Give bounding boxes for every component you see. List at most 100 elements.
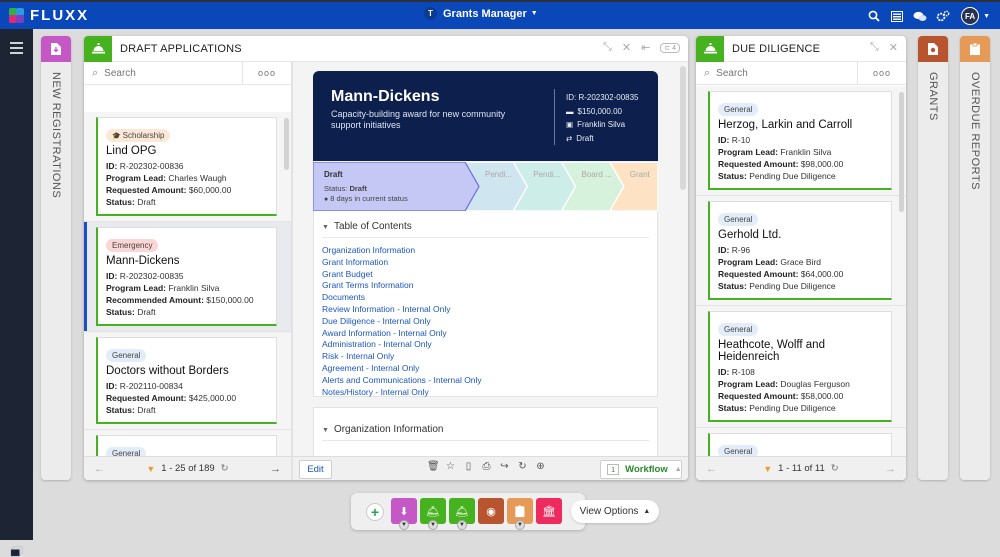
record-card[interactable]: General Herzog, Larkin and Carroll ID: R-1… — [708, 91, 892, 190]
share-icon[interactable]: ↪ — [499, 461, 510, 472]
pdf-icon[interactable]: ▯ — [463, 461, 474, 472]
prev-page-button[interactable]: ← — [94, 463, 105, 475]
toc-link[interactable]: Due Diligence - Internal Only — [322, 316, 649, 328]
prev-page-button[interactable]: ← — [706, 463, 717, 475]
fluxx-logo[interactable]: FLUXX — [9, 7, 89, 24]
toc-link[interactable]: Grant Budget — [322, 269, 649, 281]
overdue-reports-panel[interactable]: OVERDUE REPORTS — [960, 36, 990, 480]
dock-tile-due-diligence[interactable]: 🛎 ▼ — [449, 498, 475, 530]
next-page-button[interactable]: → — [270, 463, 281, 475]
toc-link[interactable]: Agreement - Internal Only — [322, 363, 649, 375]
toc-link[interactable]: Alerts and Communications - Internal Onl… — [322, 375, 649, 387]
next-page-button[interactable]: → — [885, 463, 896, 475]
more-options-button[interactable]: ooo — [243, 62, 291, 84]
refresh-icon[interactable]: ↻ — [221, 463, 229, 474]
toc-link[interactable]: Risk - Internal Only — [322, 351, 649, 363]
list-item[interactable]: Emergency Mann-Dickens ID: R-202302-00835 P… — [84, 222, 291, 332]
view-options-button[interactable]: View Options ▲ — [571, 500, 659, 523]
list-item[interactable]: General Gerhold Ltd. ID: R-96 Program Lead:… — [696, 196, 906, 306]
refresh-icon[interactable]: ↻ — [831, 463, 839, 474]
record-card[interactable]: GeneralAmerican National Red CrossID: R-… — [96, 435, 277, 456]
workflow-button[interactable]: 1 Workflow ▲ — [600, 460, 682, 479]
record-card[interactable]: General Gerhold Ltd. ID: R-96 Program Lead:… — [708, 201, 892, 300]
grants-panel[interactable]: GRANTS — [918, 36, 948, 480]
filter-icon[interactable]: ▼ — [457, 520, 467, 530]
grants-header[interactable] — [918, 36, 948, 62]
toc-link[interactable]: Grant Information — [322, 257, 649, 269]
person-badge-icon: ▣ — [566, 120, 574, 129]
globe-icon[interactable]: ⊕ — [535, 461, 546, 472]
draft-list-column: ⌕ ooo 🎓 Scholarship Lind OPG ID: R-202302-… — [84, 62, 292, 480]
toc-link[interactable]: Organization Information — [322, 245, 649, 257]
dock-tile-grants[interactable]: ◉ — [478, 498, 504, 524]
record-card[interactable]: General Doctors without Borders ID: R-2021… — [96, 337, 277, 424]
search-input[interactable] — [716, 67, 817, 79]
new-registrations-panel[interactable]: NEW REGISTRATIONS — [41, 36, 71, 480]
workflow-stage[interactable]: Board ... — [562, 162, 612, 211]
add-panel-button[interactable]: + — [366, 503, 384, 521]
app-selector[interactable]: T Grants Manager ▼ — [424, 7, 538, 20]
minimize-icon[interactable]: ⤡ — [603, 41, 612, 54]
star-icon[interactable]: ☆ — [445, 461, 456, 472]
new-registrations-header[interactable] — [41, 36, 71, 62]
workflow-stage[interactable]: Pendi... — [513, 162, 561, 211]
windows-icon[interactable] — [10, 546, 23, 557]
dock-tile-organizations[interactable]: 🏛 — [536, 498, 562, 524]
record-card[interactable]: GeneralFisher LLCID: R-98 — [708, 433, 892, 456]
download-doc-icon — [51, 43, 61, 55]
list-item[interactable]: 🎓 Scholarship Lind OPG ID: R-202302-00836 P… — [84, 112, 291, 222]
search-input[interactable] — [104, 67, 205, 79]
filter-icon[interactable]: ▼ — [428, 520, 438, 530]
views-icon[interactable]: ⊂ 4 — [660, 42, 680, 53]
refresh-icon[interactable]: ↻ — [517, 461, 528, 472]
filter-icon[interactable]: ▼ — [146, 464, 155, 474]
menu-icon[interactable] — [10, 42, 23, 57]
category-tag: General — [718, 213, 759, 226]
list-item[interactable]: General Herzog, Larkin and Carroll ID: R-1… — [696, 86, 906, 196]
overdue-reports-header[interactable] — [960, 36, 990, 62]
list-item[interactable]: GeneralFisher LLCID: R-98 — [696, 428, 906, 456]
toc-link[interactable]: Grant Terms Information — [322, 280, 649, 292]
list-icon[interactable] — [886, 5, 908, 27]
workflow-stage[interactable]: Draft Status: Draft ● 8 days in current st… — [313, 162, 465, 211]
dock-tile-new-registrations[interactable]: ⬇ ▼ — [391, 498, 417, 530]
print-icon[interactable]: ⎙ — [481, 461, 492, 472]
filter-icon[interactable]: ▼ — [399, 520, 409, 530]
trash-icon[interactable]: 🗑 — [427, 461, 440, 472]
detail-scrollbar[interactable] — [680, 66, 686, 190]
toc-link[interactable]: Notes/History - Internal Only — [322, 387, 649, 399]
search-icon[interactable] — [863, 5, 885, 27]
views-count: 4 — [672, 44, 676, 52]
list-item[interactable]: General Doctors without Borders ID: R-2021… — [84, 332, 291, 430]
toc-header[interactable]: ▼ Table of Contents — [322, 221, 649, 238]
filter-icon[interactable]: ▼ — [515, 520, 525, 530]
list-scrollbar[interactable] — [899, 92, 904, 212]
avatar-caret-icon[interactable]: ▼ — [983, 13, 990, 20]
workflow-stage[interactable]: Pendi... — [465, 162, 513, 211]
record-card[interactable]: 🎓 Scholarship Lind OPG ID: R-202302-00836 P… — [96, 117, 277, 216]
section-header[interactable]: ▼ Organization Information — [322, 424, 649, 441]
collapse-left-icon[interactable]: ⇤ — [641, 41, 650, 54]
toc-link[interactable]: Review Information - Internal Only — [322, 304, 649, 316]
list-item[interactable]: GeneralAmerican National Red CrossID: R-… — [84, 430, 291, 456]
record-card[interactable]: General Heathcote, Wolff and Heidenreich I… — [708, 311, 892, 422]
more-options-button[interactable]: ooo — [858, 62, 906, 84]
minimize-icon[interactable]: ⤡ — [870, 41, 879, 54]
dock-tile-overdue-reports[interactable]: 📋 ▼ — [507, 498, 533, 530]
toc-link[interactable]: Documents — [322, 292, 649, 304]
list-scrollbar[interactable] — [284, 118, 289, 170]
settings-icon[interactable] — [932, 5, 954, 27]
chat-icon[interactable] — [909, 5, 931, 27]
dock-tile-draft-applications[interactable]: 🛎 ▼ — [420, 498, 446, 530]
user-avatar[interactable]: FA — [961, 7, 980, 25]
workflow-stage[interactable]: Grant — [610, 162, 658, 211]
category-tag: General — [718, 103, 759, 116]
edit-button[interactable]: Edit — [299, 460, 332, 479]
record-card[interactable]: Emergency Mann-Dickens ID: R-202302-00835 P… — [96, 227, 277, 326]
close-icon[interactable]: ✕ — [889, 41, 898, 54]
toc-link[interactable]: Administration - Internal Only — [322, 339, 649, 351]
list-item[interactable]: General Heathcote, Wolff and Heidenreich I… — [696, 306, 906, 428]
toc-link[interactable]: Award Information - Internal Only — [322, 328, 649, 340]
filter-icon[interactable]: ▼ — [763, 464, 772, 474]
close-icon[interactable]: ✕ — [622, 41, 631, 54]
